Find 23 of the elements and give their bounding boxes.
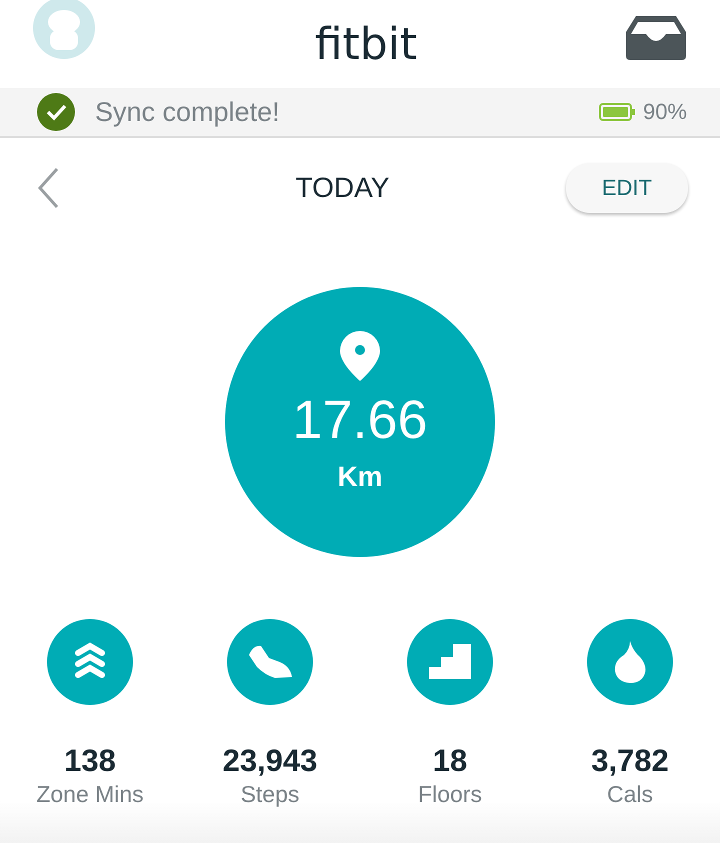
day-title: TODAY (296, 172, 390, 204)
stat-value: 18 (432, 743, 468, 779)
back-icon[interactable] (37, 167, 59, 209)
stat-label: Steps (240, 781, 300, 808)
stairs-icon[interactable] (407, 619, 493, 705)
location-pin-icon (340, 331, 380, 381)
stat-label: Zone Mins (36, 781, 144, 808)
distance-unit: Km (337, 461, 383, 493)
battery-percent: 90% (642, 99, 687, 125)
flame-icon[interactable] (587, 619, 673, 705)
edit-button[interactable]: EDIT (566, 163, 688, 213)
stat-label: Floors (418, 781, 482, 808)
app-logo: fitbit (314, 18, 418, 70)
battery-icon (598, 103, 635, 121)
check-icon (37, 93, 75, 131)
stat-label: Cals (606, 781, 653, 808)
inbox-icon[interactable] (626, 14, 686, 60)
stat-value: 3,782 (591, 743, 669, 779)
stat-value: 23,943 (222, 743, 318, 779)
stat-value: 138 (64, 743, 116, 779)
chevrons-icon[interactable] (47, 619, 133, 705)
distance-value: 17.66 (292, 389, 428, 451)
sync-status: Sync complete! (95, 96, 281, 128)
